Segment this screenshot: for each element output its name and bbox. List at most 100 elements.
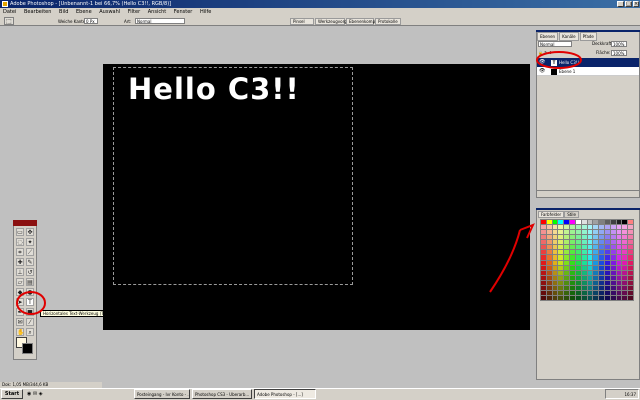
swatch-cell[interactable] xyxy=(593,245,599,250)
swatch-cell[interactable] xyxy=(546,270,552,275)
eraser-tool-icon[interactable]: ▱ xyxy=(16,278,24,286)
swatch-cell[interactable] xyxy=(546,295,552,300)
swatch-cell[interactable] xyxy=(552,280,558,285)
menu-ansicht[interactable]: Ansicht xyxy=(145,8,169,16)
swatch-cell[interactable] xyxy=(546,280,552,285)
swatch-cell[interactable] xyxy=(604,295,610,300)
swatch-cell[interactable] xyxy=(622,280,628,285)
swatch-cell[interactable] xyxy=(570,290,575,295)
swatch-cell[interactable] xyxy=(546,260,552,265)
swatch-cell[interactable] xyxy=(587,240,593,245)
swatch-cell[interactable] xyxy=(604,280,610,285)
swatch-cell[interactable] xyxy=(604,265,610,270)
tab-ebenenkomp[interactable]: Ebenenkomp. xyxy=(346,18,376,25)
swatch-cell[interactable] xyxy=(604,255,610,260)
swatch-cell[interactable] xyxy=(622,275,628,280)
swatch-cell[interactable] xyxy=(616,245,622,250)
swatch-cell[interactable] xyxy=(575,250,581,255)
crop-tool-icon[interactable]: ⌗ xyxy=(16,248,24,256)
swatch-cell[interactable] xyxy=(558,295,564,300)
swatch-cell[interactable] xyxy=(610,245,616,250)
swatch-cell[interactable] xyxy=(558,290,564,295)
menu-ebene[interactable]: Ebene xyxy=(73,8,95,16)
swatch-cell[interactable] xyxy=(558,245,564,250)
swatch-cell[interactable] xyxy=(570,230,575,235)
swatch-cell[interactable] xyxy=(552,225,558,230)
swatch-cell[interactable] xyxy=(552,270,558,275)
swatch-cell[interactable] xyxy=(599,250,604,255)
swatch-cell[interactable] xyxy=(558,275,564,280)
swatch-cell[interactable] xyxy=(616,260,622,265)
swatch-cell[interactable] xyxy=(604,275,610,280)
swatch-cell[interactable] xyxy=(628,295,633,300)
tab-ebenen[interactable]: Ebenen xyxy=(537,32,559,41)
swatch-cell[interactable] xyxy=(575,290,581,295)
photoshop-app-icon[interactable] xyxy=(2,1,8,7)
swatch-cell[interactable] xyxy=(546,290,552,295)
taskbar-item-mail[interactable]: Posteingang - Ivr Konto - ... xyxy=(134,389,190,399)
swatch-cell[interactable] xyxy=(610,265,616,270)
swatch-cell[interactable] xyxy=(616,285,622,290)
swatch-cell[interactable] xyxy=(628,235,633,240)
swatch-cell[interactable] xyxy=(575,240,581,245)
swatch-cell[interactable] xyxy=(546,245,552,250)
swatch-cell[interactable] xyxy=(564,245,570,250)
swatch-cell[interactable] xyxy=(581,290,587,295)
swatch-cell[interactable] xyxy=(599,275,604,280)
swatch-cell[interactable] xyxy=(593,295,599,300)
tab-kanaele[interactable]: Kanäle xyxy=(559,32,579,41)
swatch-cell[interactable] xyxy=(546,220,552,225)
fill-input[interactable]: 100% xyxy=(611,50,627,56)
swatch-cell[interactable] xyxy=(558,260,564,265)
menu-auswahl[interactable]: Auswahl xyxy=(96,8,123,16)
swatch-cell[interactable] xyxy=(616,295,622,300)
tool-preset-icon[interactable]: ⬚ xyxy=(4,17,14,25)
swatch-cell[interactable] xyxy=(593,280,599,285)
swatch-cell[interactable] xyxy=(593,220,599,225)
swatch-cell[interactable] xyxy=(570,255,575,260)
swatch-cell[interactable] xyxy=(593,225,599,230)
swatch-cell[interactable] xyxy=(541,230,546,235)
swatch-cell[interactable] xyxy=(564,260,570,265)
swatch-cell[interactable] xyxy=(552,240,558,245)
swatch-cell[interactable] xyxy=(552,290,558,295)
maximize-button[interactable]: □ xyxy=(625,1,632,7)
swatch-cell[interactable] xyxy=(581,245,587,250)
swatch-cell[interactable] xyxy=(593,270,599,275)
start-button[interactable]: Start xyxy=(1,389,23,399)
swatch-cell[interactable] xyxy=(552,230,558,235)
lock-icons[interactable]: 🔒 ✎ ✥ xyxy=(538,50,578,56)
swatch-cell[interactable] xyxy=(599,290,604,295)
swatch-cell[interactable] xyxy=(564,230,570,235)
swatch-cell[interactable] xyxy=(616,225,622,230)
swatch-cell[interactable] xyxy=(581,270,587,275)
swatch-cell[interactable] xyxy=(610,275,616,280)
swatch-cell[interactable] xyxy=(575,295,581,300)
swatch-cell[interactable] xyxy=(552,250,558,255)
swatch-cell[interactable] xyxy=(546,230,552,235)
swatch-cell[interactable] xyxy=(564,255,570,260)
swatch-cell[interactable] xyxy=(564,240,570,245)
swatch-cell[interactable] xyxy=(604,220,610,225)
layer-row-text[interactable]: T Hello C3!! xyxy=(537,58,639,67)
swatch-cell[interactable] xyxy=(570,280,575,285)
swatch-cell[interactable] xyxy=(622,265,628,270)
swatch-cell[interactable] xyxy=(622,295,628,300)
swatch-cell[interactable] xyxy=(622,225,628,230)
tab-pfade[interactable]: Pfade xyxy=(579,32,597,41)
notes-tool-icon[interactable]: ✉ xyxy=(16,318,24,326)
swatch-cell[interactable] xyxy=(604,230,610,235)
taskbar-item-photoshop[interactable]: Adobe Photoshop - [...] xyxy=(254,389,316,399)
swatch-cell[interactable] xyxy=(558,270,564,275)
tab-pinsel[interactable]: Pinsel xyxy=(290,18,314,25)
swatch-cell[interactable] xyxy=(564,235,570,240)
swatch-cell[interactable] xyxy=(622,260,628,265)
swatch-cell[interactable] xyxy=(575,260,581,265)
swatch-cell[interactable] xyxy=(622,255,628,260)
swatch-cell[interactable] xyxy=(587,290,593,295)
swatch-cell[interactable] xyxy=(558,240,564,245)
swatch-cell[interactable] xyxy=(564,275,570,280)
swatch-cell[interactable] xyxy=(541,235,546,240)
swatch-cell[interactable] xyxy=(610,280,616,285)
swatch-cell[interactable] xyxy=(628,290,633,295)
